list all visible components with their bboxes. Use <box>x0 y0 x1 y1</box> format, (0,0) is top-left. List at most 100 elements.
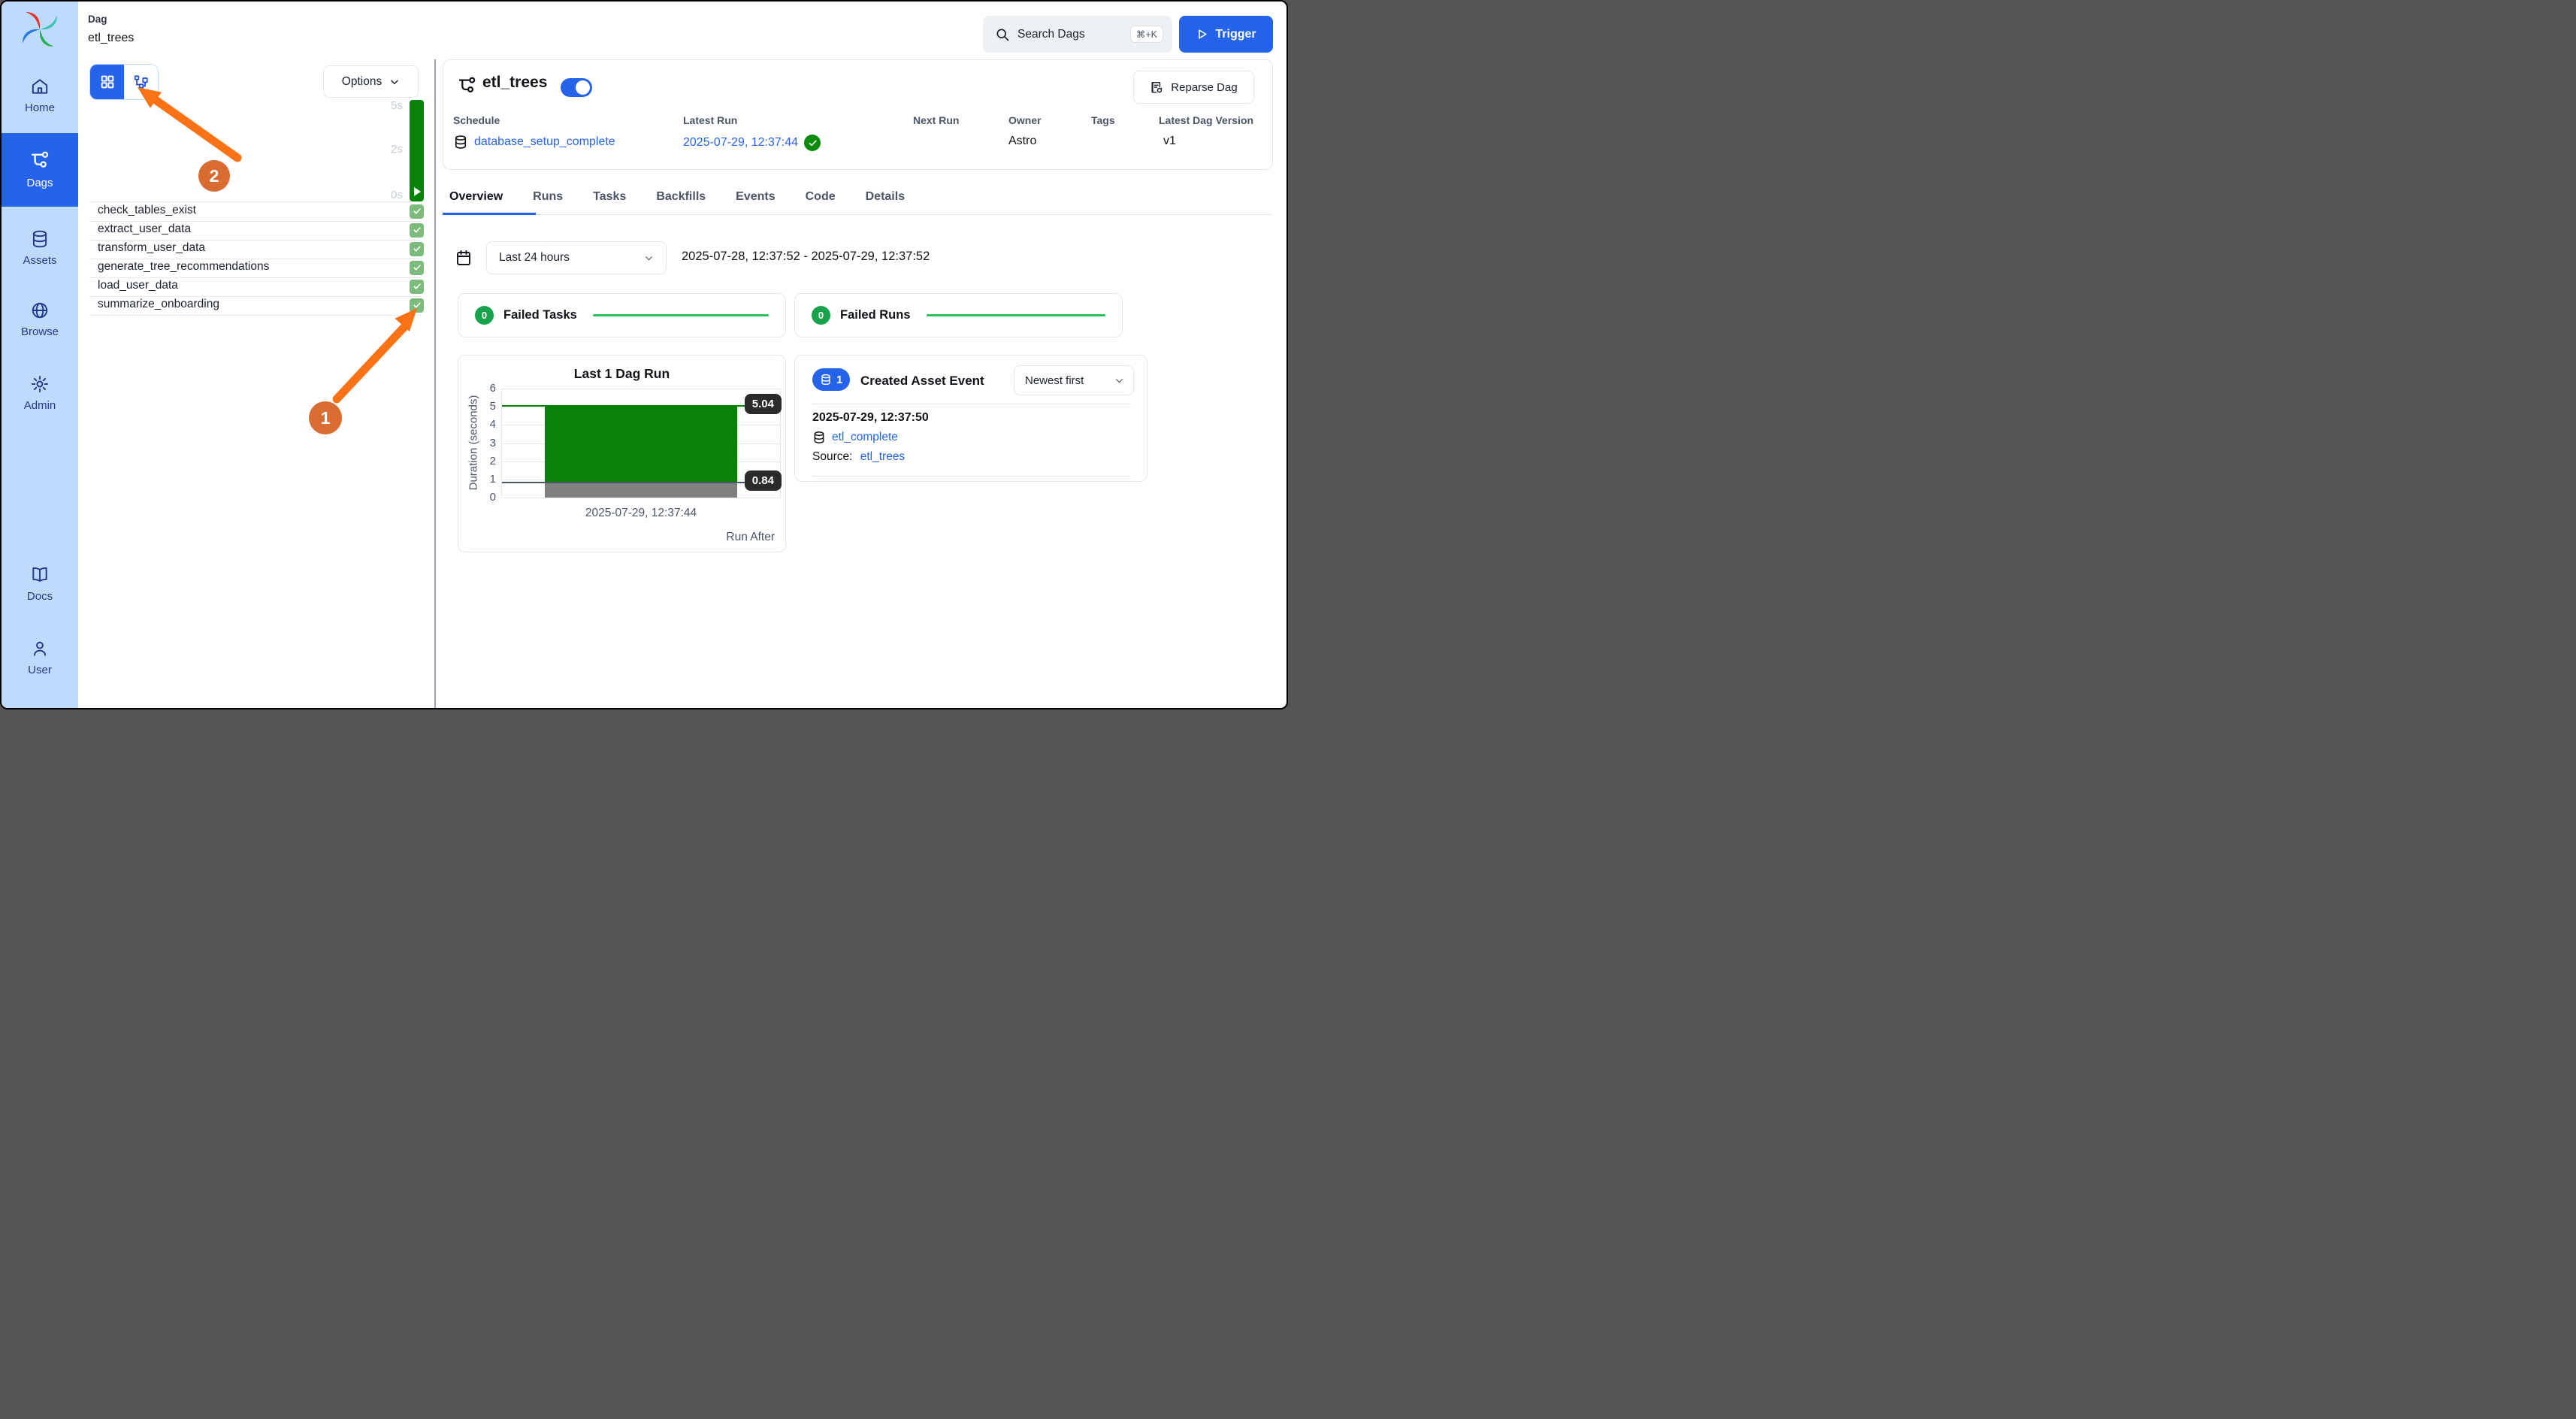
chart-y-tick: 4 <box>475 418 496 431</box>
home-icon <box>30 77 50 96</box>
graph-icon <box>133 74 150 90</box>
sidebar-item-home[interactable]: Home <box>2 77 78 114</box>
toggle-knob <box>576 80 590 95</box>
asset-events-card: 1 Created Asset Event Newest first 2025-… <box>794 355 1147 482</box>
schedule-label: Schedule <box>453 114 500 126</box>
tab-backfills[interactable]: Backfills <box>656 190 706 204</box>
asset-events-count-badge: 1 <box>812 368 850 391</box>
failed-runs-card: 0 Failed Runs <box>794 293 1123 337</box>
calendar-icon <box>455 249 473 267</box>
search-icon <box>995 27 1010 42</box>
database-icon <box>812 431 826 444</box>
tab-divider <box>443 214 1273 215</box>
sidebar-item-label: Assets <box>23 254 56 267</box>
task-row-label[interactable]: transform_user_data <box>98 241 205 255</box>
graph-view-button[interactable] <box>124 65 158 99</box>
dag-run-plot[interactable]: 5.04 0.84 2025-07-29, 12:37:44 0123456 <box>501 389 781 498</box>
search-input[interactable]: Search Dags ⌘+K <box>983 16 1172 53</box>
tab-tasks[interactable]: Tasks <box>593 190 626 204</box>
task-row-label[interactable]: load_user_data <box>98 279 178 292</box>
sidebar-item-admin[interactable]: Admin <box>2 374 78 412</box>
chart-y-tick: 1 <box>475 473 496 486</box>
row-divider <box>89 315 421 316</box>
panel-divider[interactable] <box>434 59 436 710</box>
task-row-label[interactable]: summarize_onboarding <box>98 298 219 311</box>
view-mode-toggle <box>89 64 159 100</box>
owner-label: Owner <box>1008 114 1042 126</box>
task-success-check-icon[interactable] <box>410 223 424 238</box>
chart-title: Last 1 Dag Run <box>458 366 785 382</box>
sidebar-item-assets[interactable]: Assets <box>2 229 78 267</box>
latest-run-value: 2025-07-29, 12:37:44 <box>683 135 821 151</box>
asset-event-row: etl_complete <box>812 431 898 444</box>
source-dag-link[interactable]: etl_trees <box>860 450 905 463</box>
tab-code[interactable]: Code <box>806 190 836 204</box>
failed-tasks-label: Failed Tasks <box>503 308 577 322</box>
tab-bar: Overview Runs Tasks Backfills Events Code Deta… <box>449 190 905 204</box>
task-success-check-icon[interactable] <box>410 280 424 294</box>
next-run-label: Next Run <box>913 114 959 126</box>
sidebar-item-label: Home <box>25 101 55 114</box>
chart-reference-line <box>502 482 780 483</box>
task-success-check-icon[interactable] <box>410 298 424 313</box>
grid-view-button[interactable] <box>90 65 124 99</box>
tab-runs[interactable]: Runs <box>533 190 563 204</box>
tab-overview[interactable]: Overview <box>449 190 503 204</box>
chart-y-tick: 2 <box>475 455 496 467</box>
task-row-label[interactable]: generate_tree_recommendations <box>98 260 269 274</box>
asset-event-source: Source: etl_trees <box>812 450 905 464</box>
sidebar-item-user[interactable]: User <box>2 639 78 676</box>
sidebar-item-docs[interactable]: Docs <box>2 565 78 603</box>
annotation-badge-2-number: 2 <box>210 166 219 186</box>
search-placeholder: Search Dags <box>1017 28 1123 41</box>
breadcrumb: Dag <box>88 14 107 25</box>
trigger-button[interactable]: Trigger <box>1179 16 1273 53</box>
airflow-logo-icon[interactable] <box>20 9 60 50</box>
sidebar-item-label: Docs <box>27 590 53 603</box>
row-divider <box>89 221 421 222</box>
task-success-check-icon[interactable] <box>410 261 424 275</box>
sort-value: Newest first <box>1025 374 1084 387</box>
source-label: Source: <box>812 450 852 463</box>
annotation-badge-1-number: 1 <box>321 408 331 428</box>
run-play-marker-icon <box>414 187 421 196</box>
latest-run-label: Latest Run <box>683 114 737 126</box>
tab-events[interactable]: Events <box>736 190 775 204</box>
task-success-check-icon[interactable] <box>410 242 424 256</box>
sidebar-item-dags[interactable]: Dags <box>2 133 78 207</box>
chart-y-tick: 0 <box>475 491 496 504</box>
failed-runs-count: 0 <box>812 306 830 325</box>
reparse-dag-button[interactable]: Reparse Dag <box>1133 71 1254 104</box>
globe-icon <box>30 301 50 320</box>
schedule-value: database_setup_complete <box>453 135 615 150</box>
sidebar-item-browse[interactable]: Browse <box>2 301 78 338</box>
asset-events-sort-select[interactable]: Newest first <box>1014 365 1134 395</box>
options-button[interactable]: Options <box>323 65 419 98</box>
reparse-icon <box>1150 80 1164 95</box>
asset-icon <box>453 135 468 150</box>
chart-bar-queued-duration[interactable] <box>545 483 736 498</box>
time-range-text: 2025-07-28, 12:37:52 - 2025-07-29, 12:37… <box>682 250 930 264</box>
dag-pause-toggle[interactable] <box>561 78 592 97</box>
search-shortcut-badge: ⌘+K <box>1130 26 1163 43</box>
task-row-label[interactable]: extract_user_data <box>98 222 191 236</box>
schedule-asset-link[interactable]: database_setup_complete <box>474 135 615 149</box>
annotation-badge-1 <box>309 401 342 434</box>
sidebar-item-label: User <box>28 664 52 676</box>
database-icon <box>820 374 832 386</box>
task-row-label[interactable]: check_tables_exist <box>98 204 196 217</box>
dag-run-duration-bar[interactable] <box>410 100 424 201</box>
gear-icon <box>30 374 50 394</box>
page-title: etl_trees <box>88 32 134 45</box>
asset-event-link[interactable]: etl_complete <box>832 431 898 444</box>
tab-details[interactable]: Details <box>866 190 905 204</box>
play-icon <box>1196 28 1208 41</box>
time-range-select[interactable]: Last 24 hours <box>486 241 667 274</box>
asset-events-count: 1 <box>836 374 842 386</box>
task-success-check-icon[interactable] <box>410 204 424 219</box>
success-check-icon <box>804 135 821 151</box>
time-range-value: Last 24 hours <box>499 251 570 265</box>
dag-run-chart-card: Last 1 Dag Run Duration (seconds) 5.04 0… <box>458 355 786 552</box>
row-divider <box>89 201 421 202</box>
latest-run-link[interactable]: 2025-07-29, 12:37:44 <box>683 136 798 150</box>
